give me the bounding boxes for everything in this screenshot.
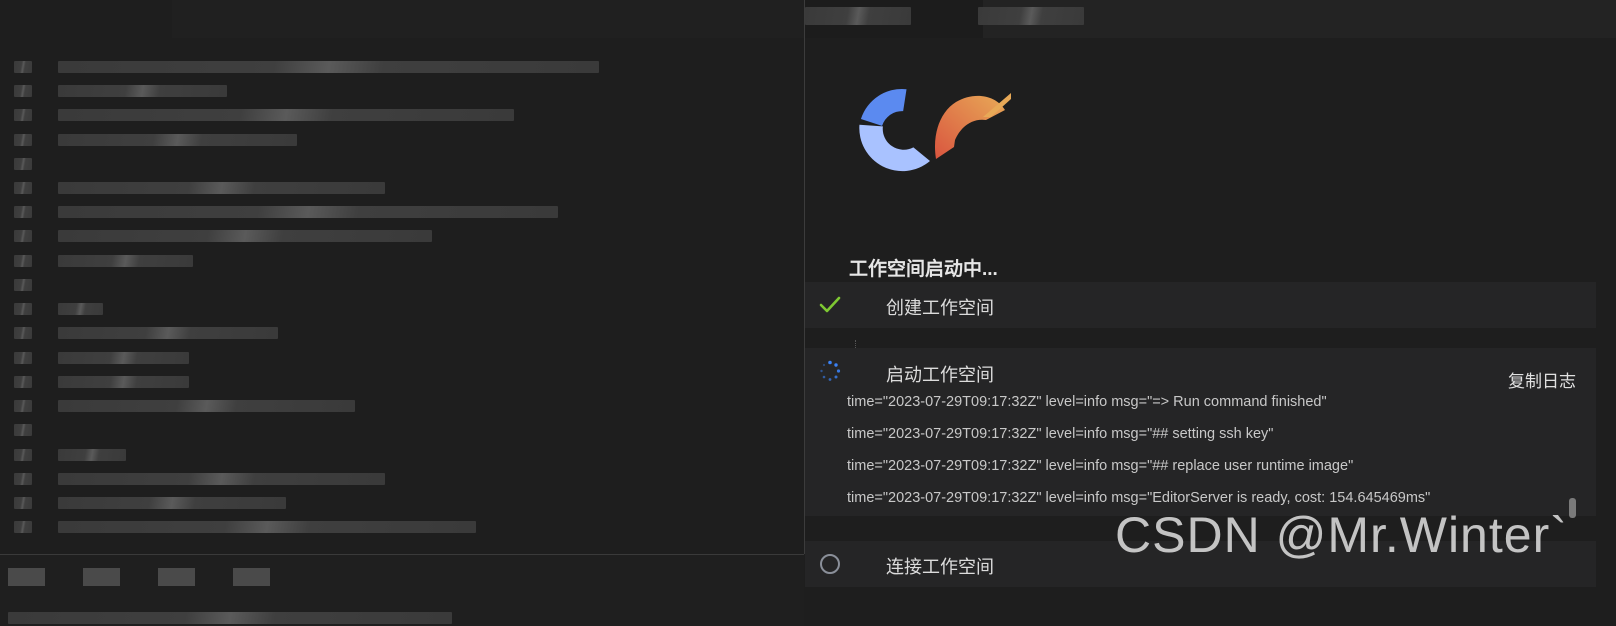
status-line-placeholder (8, 612, 452, 624)
log-line: time="2023-07-29T09:17:32Z" level=info m… (847, 394, 1327, 410)
panel-header (805, 0, 1616, 38)
line-marker (14, 255, 32, 267)
line-placeholder (58, 521, 476, 533)
line-placeholder (58, 230, 432, 242)
line-placeholder (58, 182, 385, 194)
line-marker (14, 206, 32, 218)
line-marker (14, 279, 32, 291)
editor-pane (0, 0, 804, 626)
log-scrollbar[interactable] (1569, 498, 1576, 518)
line-marker (14, 376, 32, 388)
line-placeholder (58, 61, 599, 73)
step-create-workspace: 创建工作空间 (805, 282, 1596, 328)
line-marker (14, 158, 32, 170)
status-item[interactable] (233, 568, 270, 586)
copy-log-button[interactable]: 复制日志 (1508, 367, 1576, 392)
page-title: 工作空间启动中... (849, 259, 998, 280)
line-marker (14, 109, 32, 121)
line-placeholder (58, 449, 126, 461)
line-marker (14, 473, 32, 485)
step-start-workspace: 启动工作空间 复制日志 time="2023-07-29T09:17:32Z" … (805, 348, 1596, 518)
line-placeholder (58, 255, 193, 267)
line-placeholder (58, 376, 189, 388)
line-marker (14, 449, 32, 461)
line-marker (14, 134, 32, 146)
line-marker (14, 182, 32, 194)
tab-2[interactable] (978, 7, 1084, 25)
status-item[interactable] (8, 568, 45, 586)
watermark: CSDN @Mr.Winter` (1115, 507, 1568, 563)
status-item[interactable] (83, 568, 120, 586)
line-marker (14, 327, 32, 339)
line-placeholder (58, 327, 278, 339)
spinner-icon (820, 360, 841, 381)
status-bar (0, 554, 804, 626)
editor-tab-strip (172, 0, 804, 38)
line-placeholder (58, 134, 297, 146)
line-placeholder (58, 400, 355, 412)
step-label: 创建工作空间 (886, 298, 994, 318)
line-marker (14, 497, 32, 509)
line-placeholder (58, 85, 227, 97)
status-item[interactable] (158, 568, 195, 586)
line-marker (14, 61, 32, 73)
line-marker (14, 230, 32, 242)
line-placeholder (58, 303, 103, 315)
log-output: time="2023-07-29T09:17:32Z" level=info m… (847, 394, 1555, 518)
check-icon (819, 296, 841, 313)
line-placeholder (58, 206, 558, 218)
line-placeholder (58, 109, 514, 121)
step-label: 连接工作空间 (886, 557, 994, 577)
log-line: time="2023-07-29T09:17:32Z" level=info m… (847, 458, 1354, 474)
line-marker (14, 400, 32, 412)
line-placeholder (58, 497, 286, 509)
tab-1[interactable] (805, 7, 911, 25)
step-label: 启动工作空间 (886, 365, 994, 385)
line-marker (14, 352, 32, 364)
line-placeholder (58, 352, 189, 364)
line-marker (14, 521, 32, 533)
line-marker (14, 85, 32, 97)
line-marker (14, 424, 32, 436)
log-line: time="2023-07-29T09:17:32Z" level=info m… (847, 426, 1274, 442)
circle-icon (820, 554, 840, 574)
line-placeholder (58, 473, 385, 485)
product-logo-icon (859, 88, 1011, 172)
line-marker (14, 303, 32, 315)
